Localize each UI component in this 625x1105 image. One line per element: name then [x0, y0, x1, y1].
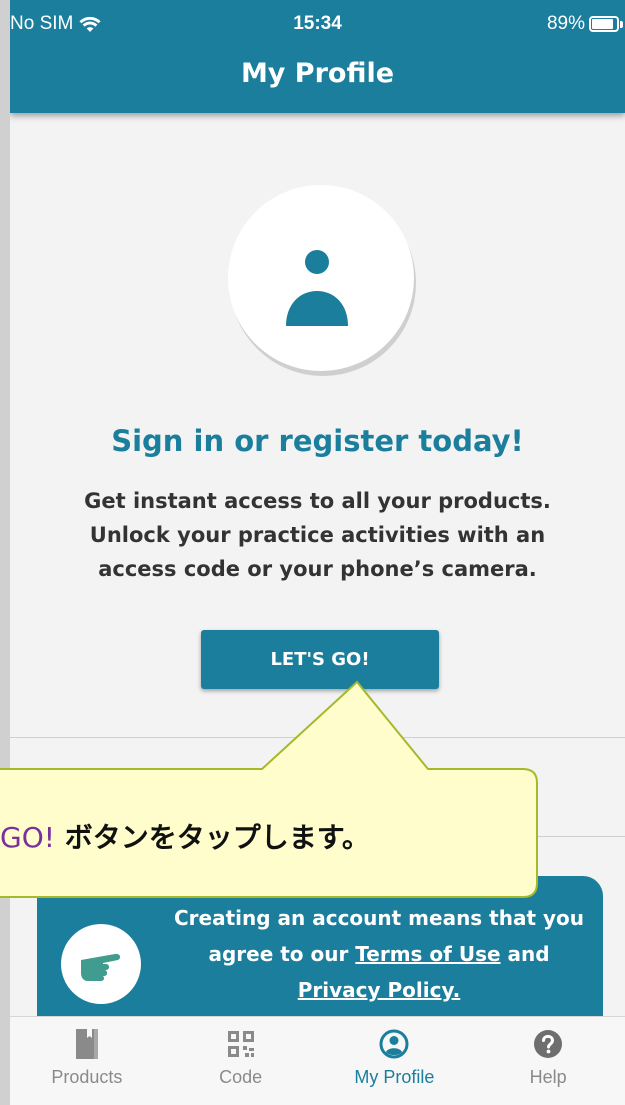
user-circle-icon	[379, 1029, 409, 1059]
battery-fill	[592, 19, 614, 29]
tooltip-highlight: GO!	[0, 821, 55, 854]
page-title: My Profile	[240, 58, 395, 89]
terms-text: Creating an account means that you agree…	[159, 900, 599, 1008]
app-header: No SIM 15:34 89% My Profile	[10, 0, 625, 113]
status-bar: No SIM 15:34 89%	[10, 0, 625, 44]
app-screen: No SIM 15:34 89% My Profile Sign in or r…	[10, 0, 625, 1105]
terms-text-and: and	[500, 942, 550, 966]
avatar	[228, 185, 414, 371]
tab-label: Help	[529, 1067, 567, 1087]
battery-percent: 89%	[546, 13, 585, 34]
user-icon	[286, 250, 348, 326]
tab-code[interactable]: Code	[164, 1017, 318, 1105]
terms-of-use-link[interactable]: Terms of Use	[355, 942, 500, 966]
qr-code-icon	[227, 1031, 254, 1057]
tab-label: Code	[219, 1067, 263, 1087]
divider	[10, 737, 625, 738]
account-terms-card: Creating an account means that you agree…	[37, 876, 603, 1026]
battery-icon	[589, 16, 619, 32]
tab-help[interactable]: Help	[471, 1017, 625, 1105]
hand-icon-badge	[61, 924, 141, 1004]
lets-go-button[interactable]: LET'S GO!	[201, 630, 439, 689]
tab-my-profile[interactable]: My Profile	[318, 1017, 472, 1105]
pointing-hand-icon	[81, 953, 121, 981]
signin-description: Get instant access to all your products.…	[10, 484, 625, 586]
description-line: access code or your phone’s camera.	[98, 557, 537, 581]
battery-tip	[620, 20, 623, 28]
tooltip-message: ボタンをタップします。	[54, 821, 370, 854]
description-line: Get instant access to all your products.	[84, 489, 551, 513]
tooltip-text: GO! ボタンをタップします。	[0, 816, 370, 856]
tab-products[interactable]: Products	[10, 1017, 164, 1105]
tab-label: Products	[51, 1067, 123, 1087]
privacy-policy-link[interactable]: Privacy Policy.	[298, 978, 461, 1002]
signin-heading: Sign in or register today!	[111, 424, 524, 458]
help-circle-icon	[534, 1030, 563, 1058]
book-icon	[75, 1029, 98, 1059]
battery-status: 89%	[547, 13, 623, 35]
clock: 15:34	[293, 13, 342, 34]
tab-label: My Profile	[354, 1067, 435, 1087]
tab-bar: Products Code My Profile Help	[10, 1016, 625, 1105]
description-line: Unlock your practice activities with an	[89, 523, 546, 547]
